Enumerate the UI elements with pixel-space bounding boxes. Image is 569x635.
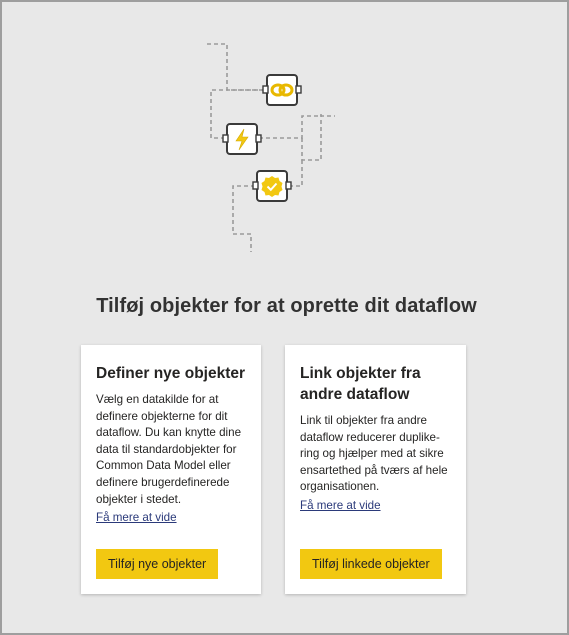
- card-description: Link til objekter fra andre dataflow red…: [300, 414, 448, 494]
- learn-more-link[interactable]: Få mere at vide: [96, 511, 177, 524]
- card-description: Vælg en datakilde for at definere objekt…: [96, 393, 242, 506]
- add-linked-objects-button[interactable]: Tilføj linkede objekter: [300, 549, 442, 579]
- learn-more-link[interactable]: Få mere at vide: [300, 499, 381, 512]
- page-title: Tilføj objekter for at oprette dit dataf…: [96, 295, 477, 317]
- link-node: [262, 74, 302, 106]
- check-node: [252, 170, 292, 202]
- card-title: Definer nye objekter: [96, 365, 246, 382]
- link-objects-card: Link objekter fra andre dataflow Link ti…: [285, 345, 466, 594]
- dataflow-illustration: [207, 43, 335, 252]
- lightning-node: [222, 123, 262, 155]
- define-new-objects-card: Definer nye objekter Vælg en datakilde f…: [81, 345, 261, 594]
- add-new-objects-button[interactable]: Tilføj nye objekter: [96, 549, 219, 579]
- dialog-frame: Tilføj objekter for at oprette dit dataf…: [0, 0, 569, 635]
- card-title: Link objekter fra andre dataflow: [300, 365, 421, 403]
